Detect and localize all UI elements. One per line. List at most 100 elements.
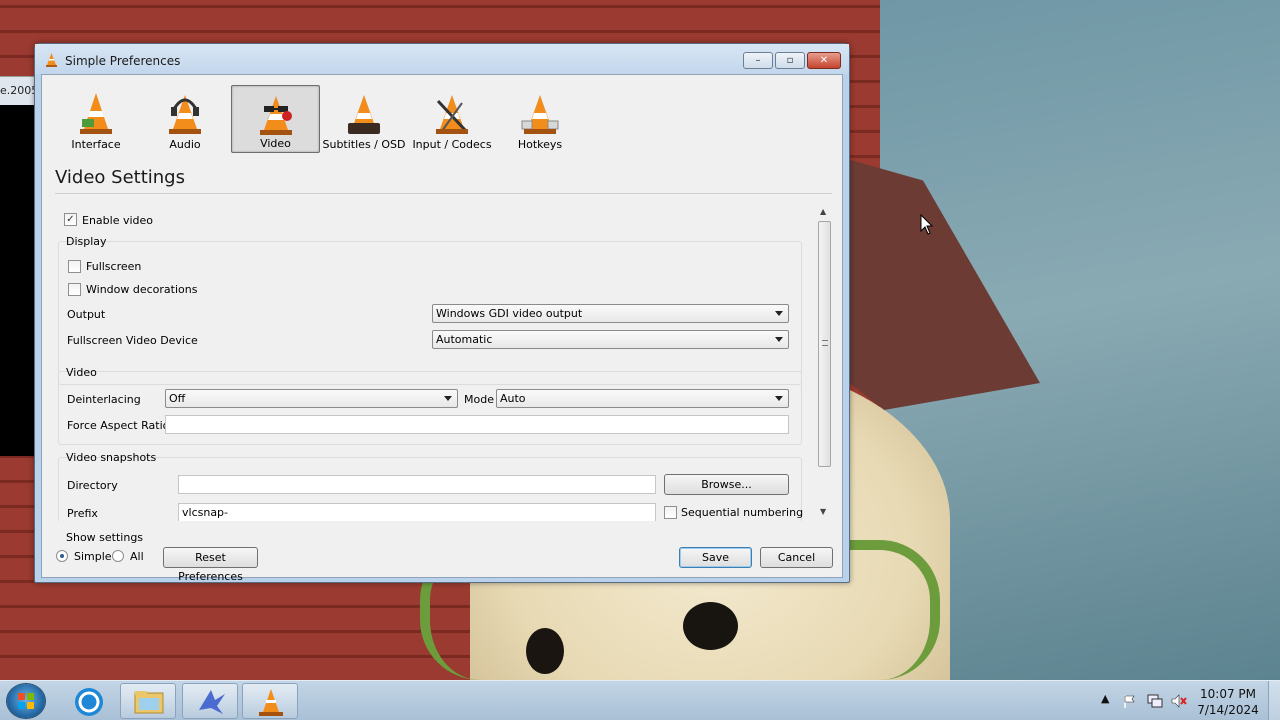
window-decorations-label: Window decorations: [86, 283, 198, 296]
reset-preferences-button[interactable]: Reset Preferences: [163, 547, 258, 583]
output-select[interactable]: Windows GDI video output: [432, 304, 789, 323]
directory-input[interactable]: [178, 475, 656, 494]
cancel-button[interactable]: Cancel: [760, 547, 833, 568]
vlc-taskbar-button[interactable]: [242, 683, 298, 719]
dialog-client: Interface Audio Video Subtitles / OSD In…: [41, 74, 843, 583]
category-label: Interface: [71, 138, 121, 151]
display-group-title: Display: [66, 235, 107, 248]
output-value: Windows GDI video output: [436, 307, 583, 320]
app-bird-icon: [199, 690, 225, 714]
browse-button[interactable]: Browse...: [664, 474, 789, 495]
explorer-taskbar-button[interactable]: [120, 683, 176, 719]
show-settings-label: Show settings: [66, 531, 144, 544]
deinterlacing-select[interactable]: Off: [165, 389, 458, 408]
category-label: Video: [260, 137, 291, 150]
close-button[interactable]: ✕: [807, 52, 841, 69]
start-orb-icon[interactable]: [7, 684, 45, 718]
category-hotkeys[interactable]: Hotkeys: [498, 85, 582, 153]
chevron-down-icon: [775, 396, 783, 401]
vlc-cone-icon: [259, 689, 283, 716]
action-center-flag-icon[interactable]: [1122, 693, 1138, 709]
dialog-title: Simple Preferences: [65, 54, 181, 68]
output-label: Output: [67, 308, 106, 321]
show-desktop-button[interactable]: [1268, 681, 1280, 720]
fullscreen-label: Fullscreen: [86, 260, 142, 273]
explorer-folder-icon: [134, 691, 164, 714]
prefix-label: Prefix: [67, 507, 98, 520]
ie-taskbar-button[interactable]: [60, 683, 116, 719]
fullscreen-checkbox[interactable]: [68, 260, 81, 273]
divider: [55, 193, 832, 194]
directory-label: Directory: [67, 479, 118, 492]
fullscreen-device-value: Automatic: [436, 333, 493, 346]
category-video[interactable]: Video: [231, 85, 320, 153]
show-hidden-icons-arrow[interactable]: ▲: [1101, 692, 1109, 720]
background-window[interactable]: e.2005: [0, 76, 36, 456]
vertical-scrollbar[interactable]: ▲ ▼: [816, 205, 832, 521]
subtitles-cone-icon: [348, 95, 380, 134]
mode-label: Mode: [464, 393, 494, 406]
category-audio[interactable]: Audio: [142, 85, 228, 153]
hotkeys-cone-icon: [521, 95, 559, 134]
fullscreen-device-select[interactable]: Automatic: [432, 330, 789, 349]
scroll-up-arrow-icon[interactable]: ▲: [820, 207, 826, 216]
chevron-down-icon: [444, 396, 452, 401]
enable-video-checkbox[interactable]: ✓: [64, 213, 77, 226]
maximize-button[interactable]: ▫: [775, 52, 805, 69]
snapshots-group-title: Video snapshots: [66, 451, 157, 464]
taskbar-clock[interactable]: 10:07 PM 7/14/2024: [1196, 686, 1260, 718]
app-taskbar-button[interactable]: [182, 683, 238, 719]
title-bar[interactable]: Simple Preferences – ▫ ✕: [35, 44, 849, 74]
volume-muted-icon[interactable]: [1170, 693, 1188, 709]
scroll-down-arrow-icon[interactable]: ▼: [820, 507, 826, 516]
windows-logo-icon: [18, 693, 34, 709]
save-button[interactable]: Save: [679, 547, 752, 568]
background-eye: [683, 602, 738, 650]
category-label: Audio: [169, 138, 201, 151]
page-title: Video Settings: [55, 167, 185, 188]
grip-icon: [822, 340, 828, 346]
sequential-numbering-checkbox[interactable]: [664, 506, 677, 519]
category-label: Subtitles / OSD: [322, 138, 406, 151]
chevron-down-icon: [775, 337, 783, 342]
all-radio-label: All: [130, 550, 144, 563]
simple-radio[interactable]: [56, 550, 68, 562]
clock-date: 7/14/2024: [1197, 703, 1259, 717]
fullscreen-device-label: Fullscreen Video Device: [67, 334, 198, 347]
force-aspect-ratio-label: Force Aspect Ratio: [67, 419, 170, 432]
taskbar: ▲ 10:07 PM 7/14/2024: [0, 680, 1280, 720]
force-aspect-ratio-input[interactable]: [165, 415, 789, 434]
chevron-down-icon: [775, 311, 783, 316]
network-icon[interactable]: [1146, 693, 1164, 709]
mouse-cursor-icon: [920, 214, 934, 235]
deinterlacing-label: Deinterlacing: [67, 393, 141, 406]
preferences-dialog: Simple Preferences – ▫ ✕ Interface Audio: [34, 43, 850, 583]
scrollbar-thumb[interactable]: [818, 221, 831, 467]
background-eye: [526, 628, 564, 674]
clock-time: 10:07 PM: [1200, 687, 1256, 701]
mode-select[interactable]: Auto: [496, 389, 789, 408]
enable-video-label: Enable video: [82, 214, 154, 227]
all-radio[interactable]: [112, 550, 124, 562]
video-glasses-cone-icon: [259, 96, 292, 135]
category-input-codecs[interactable]: Input / Codecs: [408, 85, 496, 153]
input-codecs-cone-icon: [436, 95, 468, 134]
audio-headphones-cone-icon: [169, 95, 201, 134]
window-decorations-checkbox[interactable]: [68, 283, 81, 296]
sequential-numbering-label: Sequential numbering: [681, 506, 804, 519]
prefix-input[interactable]: vlcsnap-: [178, 503, 656, 521]
vlc-cone-icon: [46, 53, 57, 67]
simple-radio-label: Simple: [74, 550, 112, 563]
minimize-button[interactable]: –: [743, 52, 773, 69]
category-label: Hotkeys: [517, 138, 563, 151]
background-window-title: e.2005: [0, 77, 36, 105]
video-group-title: Video: [66, 366, 97, 379]
category-subtitles-osd[interactable]: Subtitles / OSD: [322, 85, 406, 153]
mode-value: Auto: [500, 392, 526, 405]
category-label: Input / Codecs: [412, 138, 492, 151]
ie-icon: [75, 688, 103, 716]
interface-cone-icon: [80, 93, 112, 134]
category-interface[interactable]: Interface: [52, 85, 140, 153]
deinterlacing-value: Off: [169, 392, 186, 405]
settings-scroll-area[interactable]: ✓ Enable video Display Fullscreen Window…: [56, 205, 832, 521]
